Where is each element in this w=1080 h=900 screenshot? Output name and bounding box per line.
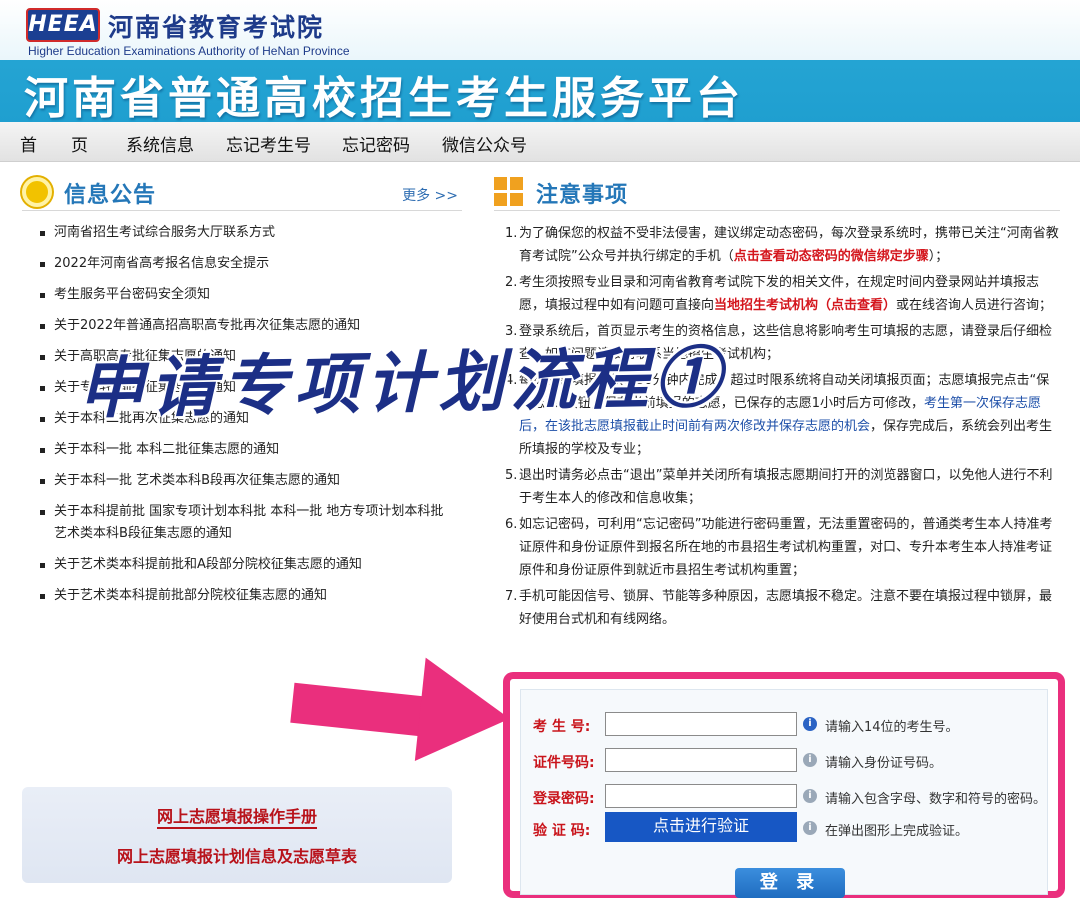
info-icon: i (803, 789, 817, 803)
org-name-en: Higher Education Examinations Authority … (28, 44, 350, 58)
exam-number-input[interactable] (605, 712, 797, 736)
notes-list: 1. 为了确保您的权益不受非法侵害，建议绑定动态密码，每次登录系统时，携带已关注“… (505, 222, 1060, 634)
site-header: HEEA 河南省教育考试院 Higher Education Examinati… (0, 0, 1080, 122)
handwritten-overlay-caption: 申请专项计划流程① (77, 338, 727, 428)
exam-number-label: 考 生 号: (533, 719, 591, 735)
exam-number-hint: 请输入14位的考生号。 (825, 720, 959, 735)
password-hint: 请输入包含字母、数字和符号的密码。 (825, 792, 1047, 807)
nav-wechat-account[interactable]: 微信公众号 (442, 131, 527, 156)
nav-forgot-exam-number[interactable]: 忘记考生号 (226, 131, 311, 156)
pink-arrow-shaft (290, 682, 434, 738)
notice-item[interactable]: 考生服务平台密码安全须知 (40, 284, 460, 306)
heea-logo: HEEA (26, 8, 100, 42)
nav-system-info[interactable]: 系统信息 (126, 131, 194, 156)
notes-panel-header: 注意事项 (494, 175, 1060, 211)
info-icon: i (803, 717, 817, 731)
local-exam-office-link[interactable]: 当地招生考试机构（点击查看） (714, 298, 896, 313)
password-label: 登录密码: (533, 791, 595, 807)
info-icon: i (803, 821, 817, 835)
notice-item[interactable]: 关于艺术类本科提前批部分院校征集志愿的通知 (40, 585, 460, 607)
note-item: 6. 如忘记密码，可利用“忘记密码”功能进行密码重置，无法重置密码的，普通类考生本… (505, 517, 1053, 578)
notice-item[interactable]: 2022年河南省高考报名信息安全提示 (40, 253, 460, 275)
grid-icon (494, 177, 524, 207)
note-item: 1. 为了确保您的权益不受非法侵害，建议绑定动态密码，每次登录系统时，携带已关注“… (505, 226, 1059, 264)
notice-item[interactable]: 河南省招生考试综合服务大厅联系方式 (40, 222, 460, 244)
more-link[interactable]: 更多 >> (402, 185, 458, 205)
verify-button[interactable]: 点击进行验证 (605, 812, 797, 842)
id-number-label: 证件号码: (533, 755, 595, 771)
org-name: 河南省教育考试院 (108, 13, 325, 42)
plan-info-link[interactable]: 网上志愿填报计划信息及志愿草表 (22, 843, 452, 867)
password-input[interactable] (605, 784, 797, 808)
notice-panel-title: 信息公告 (64, 183, 157, 208)
note-item: 7. 手机可能因信号、锁屏、节能等多种原因，志愿填报不稳定。注意不要在填报过程中锁… (505, 589, 1053, 627)
main-nav: 首 页 系统信息 忘记考生号 忘记密码 微信公众号 (0, 122, 1080, 162)
login-highlight-frame: 考 生 号: i 请输入14位的考生号。 证件号码: i 请输入身份证号码。 登… (503, 672, 1065, 898)
nav-forgot-password[interactable]: 忘记密码 (342, 131, 410, 156)
pink-arrow-icon (414, 657, 516, 771)
info-icon: i (803, 753, 817, 767)
login-form: 考 生 号: i 请输入14位的考生号。 证件号码: i 请输入身份证号码。 登… (520, 689, 1048, 898)
wechat-binding-link[interactable]: 点击查看动态密码的微信绑定步骤 (734, 249, 929, 264)
captcha-label: 验 证 码: (533, 823, 591, 839)
captcha-hint: 在弹出图形上完成验证。 (825, 824, 969, 839)
nav-home[interactable]: 首 页 (20, 131, 88, 156)
operation-manual-link[interactable]: 网上志愿填报操作手册 (22, 803, 452, 829)
note-item: 5. 退出时请务必点击“退出”菜单并关闭所有填报志愿期间打开的浏览器窗口，以免他人… (505, 468, 1053, 506)
note-item: 2. 考生须按照专业目录和河南省教育考试院下发的相关文件，在规定时间内登录网站并填… (505, 275, 1053, 313)
sun-icon (22, 177, 52, 207)
notice-item[interactable]: 关于本科一批 本科二批征集志愿的通知 (40, 439, 460, 461)
notes-panel-title: 注意事项 (536, 183, 629, 208)
notice-item[interactable]: 关于本科提前批 国家专项计划本科批 本科一批 地方专项计划本科批 艺术类本科B段… (40, 501, 460, 545)
login-button[interactable]: 登 录 (735, 868, 845, 898)
platform-title: 河南省普通高校招生考生服务平台 (24, 73, 744, 122)
manual-box: 网上志愿填报操作手册 网上志愿填报计划信息及志愿草表 (22, 787, 452, 883)
notice-item[interactable]: 关于艺术类本科提前批和A段部分院校征集志愿的通知 (40, 554, 460, 576)
notice-panel-header: 信息公告 更多 >> (22, 175, 462, 211)
id-number-hint: 请输入身份证号码。 (825, 756, 943, 771)
id-number-input[interactable] (605, 748, 797, 772)
notice-item[interactable]: 关于本科一批 艺术类本科B段再次征集志愿的通知 (40, 470, 460, 492)
